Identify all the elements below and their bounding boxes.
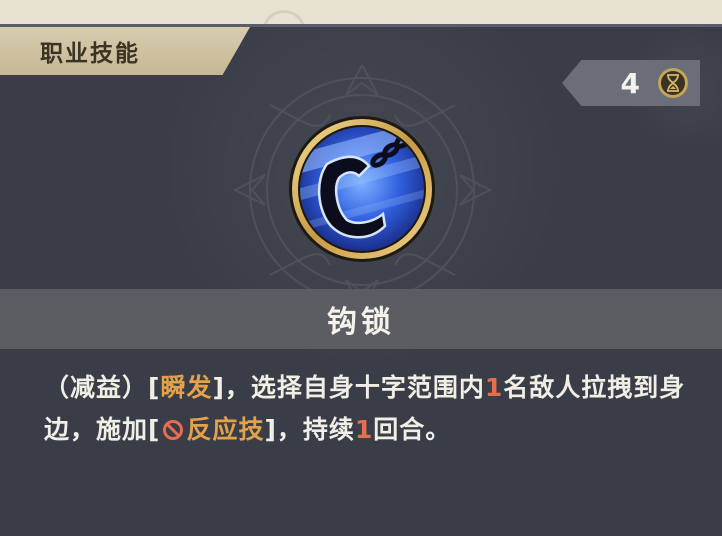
grappling-hook-icon xyxy=(289,116,435,262)
section-tab: 职业技能 xyxy=(0,27,250,75)
instant-tag: 瞬发 xyxy=(160,373,213,402)
no-reaction-icon xyxy=(163,420,184,440)
reaction-tag: 反应技 xyxy=(186,415,265,444)
section-title: 职业技能 xyxy=(40,41,140,67)
skill-name: 钩锁 xyxy=(327,305,395,340)
desc-part4: 回合。 xyxy=(373,415,452,444)
desc-part3: ]，持续 xyxy=(264,415,355,444)
desc-part1: ]，选择自身十字范围内 xyxy=(212,373,485,402)
desc-prefix: （减益）[ xyxy=(44,373,161,402)
skill-name-bar: 钩锁 xyxy=(0,289,722,349)
hourglass-icon xyxy=(658,68,688,98)
skill-description: （减益）[瞬发]，选择自身十字范围内1名敌人拉拽到身边，施加[反应技]，持续1回… xyxy=(44,367,694,451)
duration-value: 1 xyxy=(354,415,374,444)
cooldown-badge: 4 xyxy=(562,60,700,106)
skill-card: ​ 职业技能 4 xyxy=(0,24,722,536)
cooldown-value: 4 xyxy=(620,66,640,100)
target-count: 1 xyxy=(484,373,504,402)
